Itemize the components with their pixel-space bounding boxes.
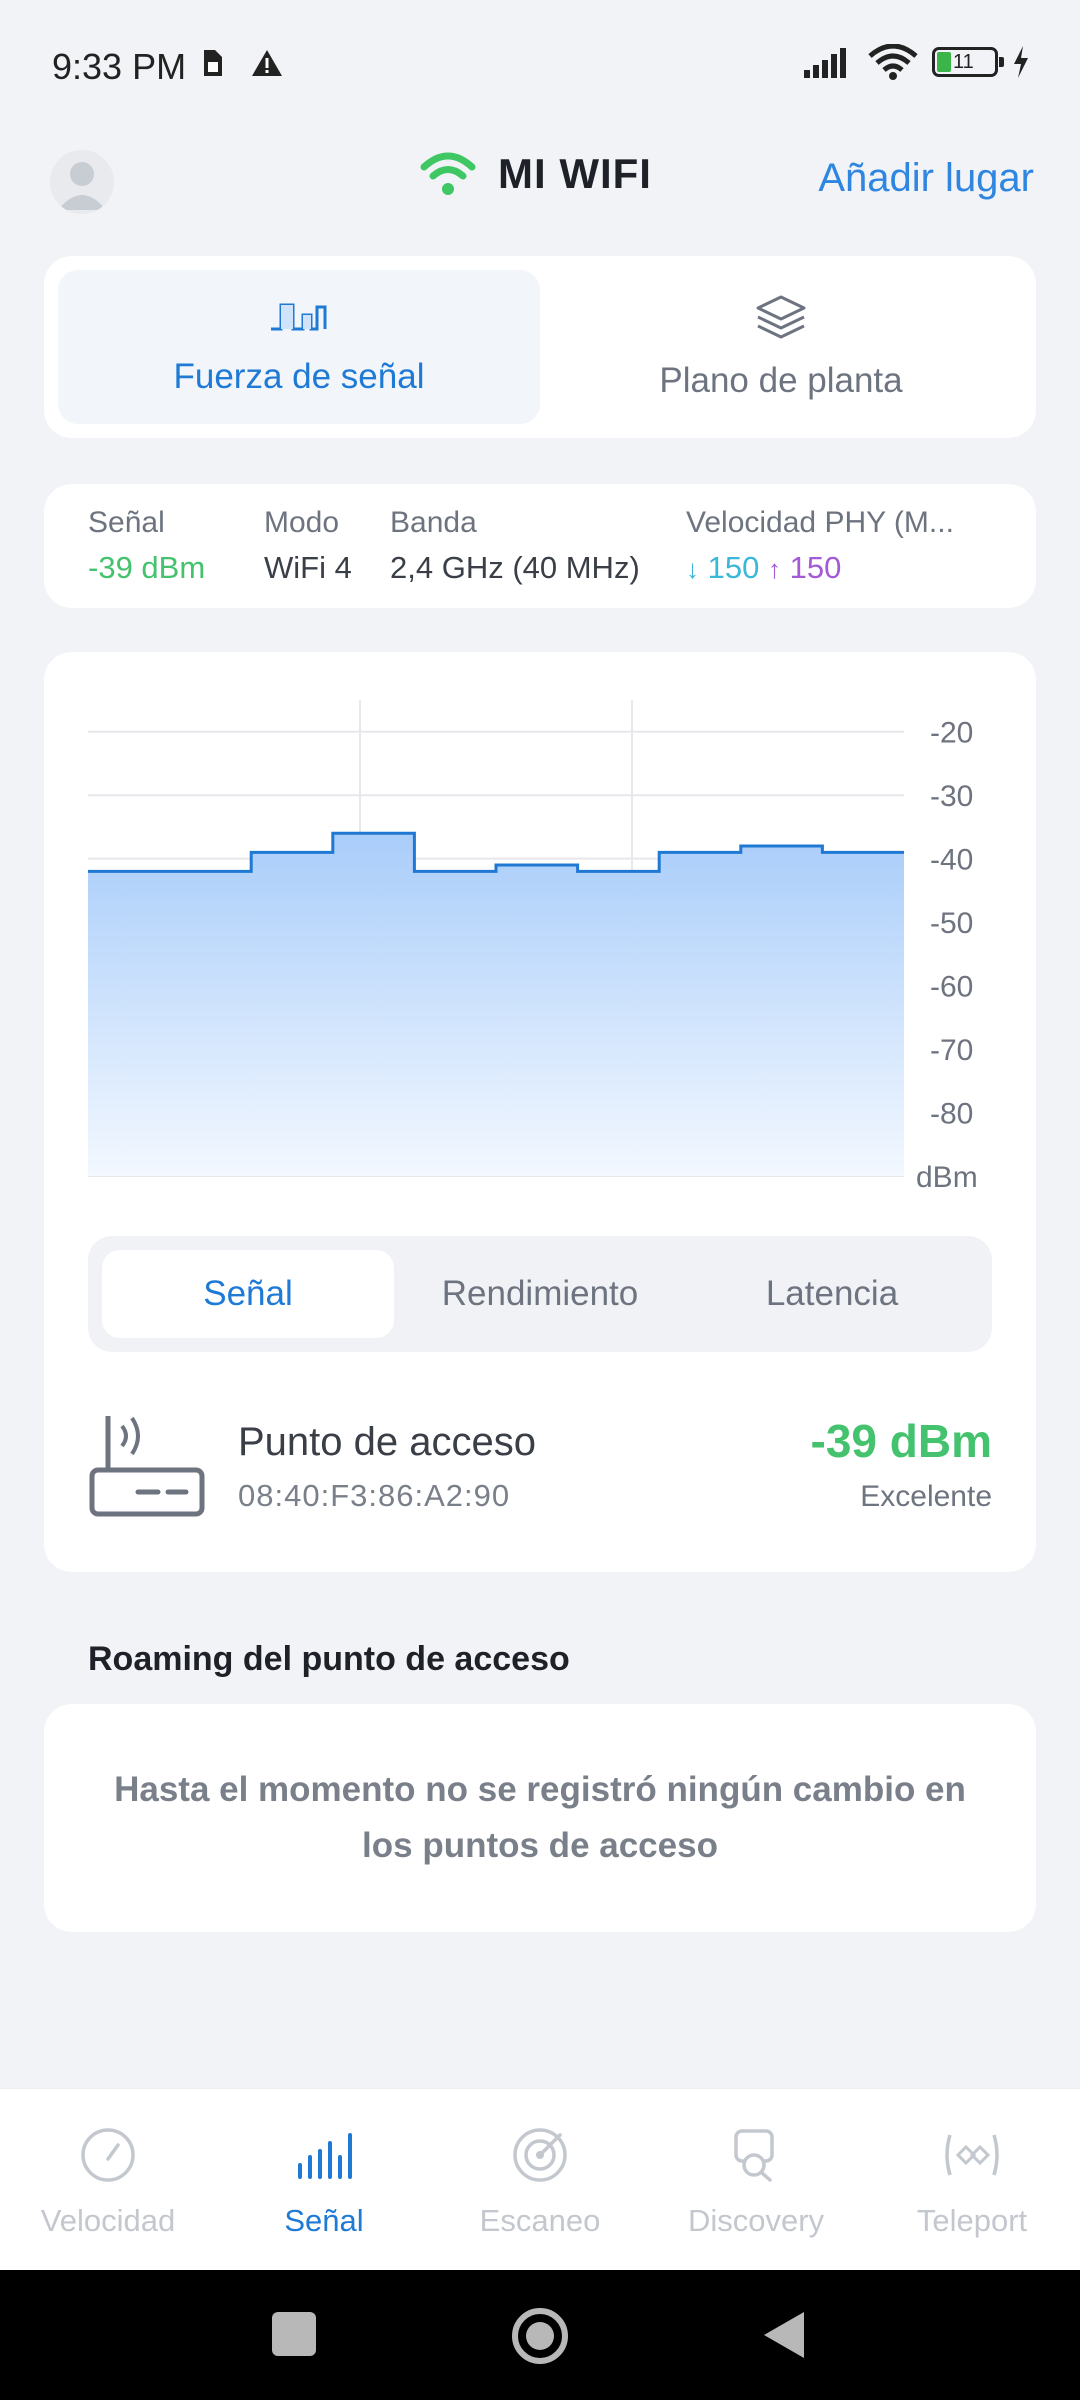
tab-floor-plan[interactable]: Plano de planta [540,270,1022,424]
nav-label: Señal [284,2203,364,2238]
phy-download: 150 [707,550,760,585]
y-tick-label: -60 [930,971,973,1004]
nav-scan[interactable]: Escaneo [432,2089,648,2270]
nav-label: Teleport [916,2203,1028,2238]
speedometer-icon [81,2128,135,2182]
status-bar: 9:33 PM 11 [0,0,1080,130]
nav-label: Velocidad [40,2203,176,2238]
band-value: 2,4 GHz (40 MHz) [390,550,640,585]
y-tick-label: -70 [930,1034,973,1067]
access-point-row[interactable]: Punto de acceso 08:40:F3:86:A2:90 -39 dB… [88,1412,992,1532]
home-button[interactable] [512,2308,568,2364]
phy-speed-label: Velocidad PHY (M... [686,506,954,539]
wifi-icon [868,44,918,80]
nav-label: Escaneo [479,2203,601,2238]
user-avatar-icon [58,162,106,210]
back-button[interactable] [760,2310,806,2360]
access-point-mac: 08:40:F3:86:A2:90 [238,1478,511,1513]
signal-label: Señal [88,506,165,539]
mode-label: Modo [264,506,340,539]
wifi-logo-icon [420,152,476,195]
signal-waveform-icon [271,303,327,331]
metric-switcher: Señal Rendimiento Latencia [88,1236,992,1352]
metric-tab-signal[interactable]: Señal [102,1250,394,1338]
nav-label: Discovery [687,2203,825,2238]
nav-teleport[interactable]: Teleport [864,2089,1080,2270]
signal-bars-icon [804,48,846,78]
access-point-name: Punto de acceso [238,1420,536,1464]
roaming-message: Hasta el momento no se registró ningún c… [114,1770,966,1865]
phy-speed-value: ↓ 150 ↑ 150 [686,550,986,586]
system-nav-bar [0,2270,1080,2400]
download-arrow-icon: ↓ [686,554,699,584]
network-name: MI WIFI [498,150,652,197]
layers-icon [756,295,806,339]
connection-info: Señal -39 dBm Modo WiFi 4 Banda 2,4 GHz … [44,484,1036,608]
status-time: 9:33 PM [52,46,187,87]
signal-bars-icon [298,2133,352,2179]
battery-icon: 11 [932,47,1004,77]
signal-area [88,833,904,1176]
avatar[interactable] [50,150,114,214]
nav-signal[interactable]: Señal [216,2089,432,2270]
tab-label: Plano de planta [659,361,903,400]
bottom-nav: Velocidad Señal Escaneo Discovery Telepo… [0,2088,1080,2270]
nav-discovery[interactable]: Discovery [648,2089,864,2270]
teleport-icon [945,2134,999,2176]
add-place-button[interactable]: Añadir lugar [818,156,1034,201]
metric-tab-latency[interactable]: Latencia [686,1250,978,1338]
charging-bolt-icon [1014,46,1028,78]
y-tick-label: -80 [930,1098,973,1131]
recents-button[interactable] [272,2312,316,2356]
discovery-icon [734,2129,774,2182]
y-tick-label: -50 [930,907,973,940]
radar-icon [513,2128,567,2182]
signal-chart: -20 -30 -40 -50 -60 -70 -80 dBm [88,700,978,1192]
y-unit-label: dBm [916,1161,978,1192]
y-tick-label: -30 [930,780,973,813]
app-header: MI WIFI Añadir lugar [0,130,1080,230]
sim-card-icon [204,50,222,76]
metric-tab-performance[interactable]: Rendimiento [394,1250,686,1338]
view-switcher: Fuerza de señal Plano de planta [44,256,1036,438]
access-point-dbm: -39 dBm [810,1415,992,1467]
router-icon [89,1416,205,1517]
roaming-card: Hasta el momento no se registró ningún c… [44,1704,1036,1932]
upload-arrow-icon: ↑ [767,554,781,584]
mode-value: WiFi 4 [264,550,352,585]
y-tick-label: -40 [930,844,973,877]
roaming-title: Roaming del punto de acceso [88,1640,570,1678]
band-label: Banda [390,506,477,539]
signal-quality: Excelente [860,1480,992,1513]
y-tick-label: -20 [930,717,973,750]
battery-level: 11 [953,51,974,73]
nav-speed[interactable]: Velocidad [0,2089,216,2270]
tab-label: Fuerza de señal [173,357,425,396]
signal-chart-card: -20 -30 -40 -50 -60 -70 -80 dBm Señal Rendimien… [44,652,1036,1572]
tab-signal-strength[interactable]: Fuerza de señal [58,270,540,424]
signal-value: -39 dBm [88,550,206,585]
warning-icon [252,50,282,76]
phy-upload: 150 [789,550,842,585]
